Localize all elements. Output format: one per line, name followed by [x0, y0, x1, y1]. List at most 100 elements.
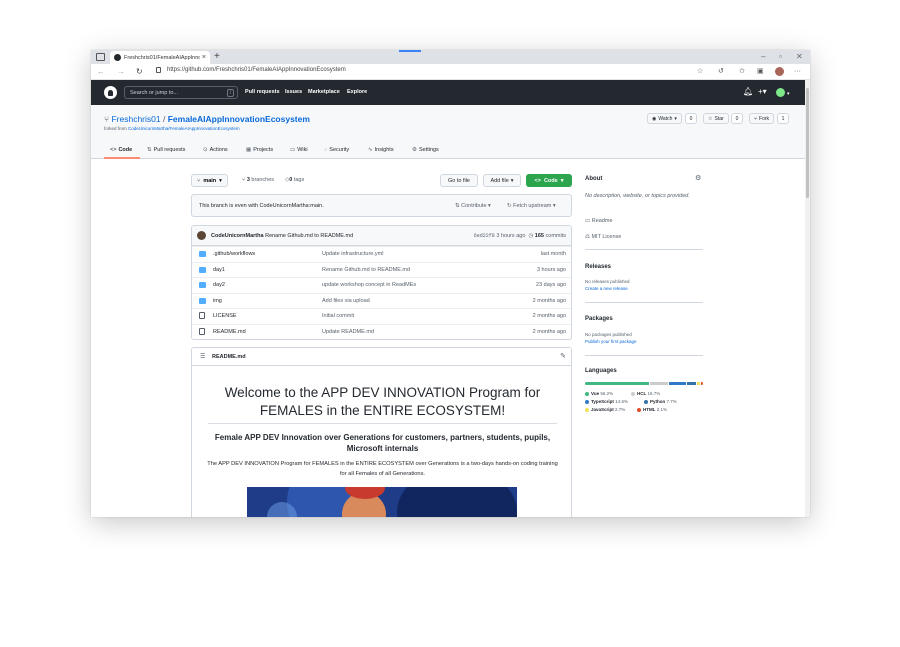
nav-issues[interactable]: Issues — [285, 89, 302, 95]
commit-author-avatar[interactable] — [197, 231, 206, 240]
repo-owner-link[interactable]: Freshchris01 — [111, 114, 160, 124]
table-row[interactable]: LICENSE Initial commit 2 months ago — [192, 308, 571, 324]
fork-button[interactable]: ⑂ Fork — [749, 113, 775, 124]
tags-link[interactable]: ◇0 tags — [285, 177, 304, 183]
branches-link[interactable]: ⑂ 3 branches — [242, 177, 274, 183]
nav-marketplace[interactable]: Marketplace — [308, 89, 340, 95]
nav-explore[interactable]: Explore — [347, 89, 367, 95]
language-item[interactable]: Python 7.7% — [644, 399, 677, 404]
chevron-down-icon: ▾ — [510, 177, 514, 184]
language-bar-segment — [696, 382, 700, 385]
tab-projects[interactable]: ▦ Projects — [246, 147, 273, 153]
file-commit-message[interactable]: Initial commit — [322, 313, 354, 319]
browser-profile-avatar[interactable] — [775, 67, 784, 76]
language-item[interactable]: Vue 56.2% — [585, 391, 613, 396]
commit-count-label[interactable]: commits — [546, 233, 566, 239]
commit-sha[interactable]: 6ed22f8 — [474, 233, 495, 239]
reload-icon[interactable]: ↻ — [136, 66, 143, 78]
maximize-icon[interactable]: ▫ — [779, 51, 782, 63]
table-row[interactable]: .github/workflows Update infrastructure.… — [192, 246, 571, 262]
new-tab-icon[interactable]: + — [214, 51, 220, 63]
file-commit-message[interactable]: Rename Github.md to README.md — [322, 267, 410, 273]
forward-icon[interactable]: → — [117, 66, 125, 78]
file-name[interactable]: day1 — [213, 267, 225, 273]
forked-from-link[interactable]: CodeUnicornMartha/FemaleAIAppInnovationE… — [128, 126, 240, 131]
file-name[interactable]: README.md — [213, 329, 246, 335]
tab-settings[interactable]: ⚙︎ Settings — [412, 147, 439, 153]
watch-button[interactable]: ◉ Watch ▾ — [647, 113, 682, 124]
file-commit-message[interactable]: Update README.md — [322, 329, 374, 335]
tab-security[interactable]: ◌ Security — [324, 147, 349, 153]
repo-name-link[interactable]: FemaleAIAppInnovationEcosystem — [168, 114, 310, 124]
language-item[interactable]: JavaScript 2.7% — [585, 407, 625, 412]
favorites-icon[interactable]: ✩ — [739, 67, 745, 77]
table-row[interactable]: img Add files via upload 2 months ago — [192, 292, 571, 309]
table-row[interactable]: README.md Update README.md 2 months ago — [192, 323, 571, 340]
tab-actions[interactable]: ⊙ Actions — [203, 147, 228, 153]
tab-wiki[interactable]: ▭ Wiki — [290, 147, 308, 153]
tab-pull-requests[interactable]: ⇅ Pull requests — [147, 147, 185, 153]
forked-from: forked from CodeUnicornMartha/FemaleAIAp… — [104, 126, 240, 131]
tab-code[interactable]: <> Code — [110, 147, 132, 153]
fetch-upstream-button[interactable]: ↻ Fetch upstream ▾ — [507, 203, 556, 209]
watch-count[interactable]: 0 — [685, 113, 697, 124]
language-item[interactable]: HTML 2.1% — [637, 407, 667, 412]
user-avatar[interactable] — [776, 88, 785, 97]
collections-icon[interactable]: ▣ — [757, 67, 764, 77]
file-name[interactable]: img — [213, 298, 222, 304]
url-field[interactable]: https://github.com/Freshchris01/FemaleAI… — [167, 67, 346, 73]
close-window-icon[interactable]: ✕ — [796, 51, 803, 63]
file-commit-message[interactable]: update workshop concept in ReadMEs — [322, 282, 416, 288]
language-item[interactable]: HCL 16.7% — [631, 391, 660, 396]
minimize-icon[interactable]: – — [761, 51, 765, 63]
releases-title[interactable]: Releases — [585, 264, 611, 270]
github-logo-icon[interactable] — [104, 86, 117, 99]
create-new-icon[interactable]: +▾ — [758, 88, 767, 96]
add-file-button[interactable]: Add file ▾ — [483, 174, 521, 187]
create-release-link[interactable]: Create a new release — [585, 286, 628, 291]
scrollbar-thumb[interactable] — [806, 88, 809, 198]
commit-author[interactable]: CodeUnicornMartha — [211, 233, 264, 239]
tab-actions-icon[interactable] — [96, 53, 105, 61]
license-link[interactable]: ⚖ MIT License — [585, 234, 621, 240]
branch-select-button[interactable]: ⑂ main ▾ — [191, 174, 228, 187]
table-row[interactable]: day2 update workshop concept in ReadMEs … — [192, 277, 571, 293]
fork-count[interactable]: 1 — [777, 113, 789, 124]
contribute-button[interactable]: ⇅ Contribute ▾ — [455, 203, 491, 209]
go-to-file-button[interactable]: Go to file — [440, 174, 478, 187]
file-name[interactable]: .github/workflows — [213, 251, 255, 257]
browser-menu-icon[interactable]: ··· — [794, 67, 801, 77]
commit-count[interactable]: 165 — [535, 233, 544, 239]
refresh-extension-icon[interactable]: ↺ — [718, 67, 724, 77]
nav-pull-requests[interactable]: Pull requests — [245, 89, 280, 95]
readme-link[interactable]: ▭ Readme — [585, 218, 613, 224]
publish-package-link[interactable]: Publish your first package — [585, 339, 637, 344]
file-commit-message[interactable]: Update infrastructure.yml — [322, 251, 383, 257]
file-name[interactable]: day2 — [213, 282, 225, 288]
close-tab-icon[interactable]: × — [202, 54, 206, 61]
file-commit-message[interactable]: Add files via upload — [322, 298, 370, 304]
vertical-scrollbar[interactable] — [805, 80, 810, 517]
tags-count: 0 — [289, 177, 293, 183]
back-icon[interactable]: ← — [97, 66, 105, 78]
language-color-dot — [585, 407, 589, 412]
notifications-icon[interactable]: 🔔︎ — [743, 88, 753, 96]
about-settings-gear-icon[interactable]: ⚙︎ — [695, 174, 701, 182]
tab-insights[interactable]: ∿ Insights — [368, 147, 394, 153]
book-icon: ▭ — [585, 218, 592, 224]
table-row[interactable]: day1 Rename Github.md to README.md 3 hou… — [192, 261, 571, 278]
star-count[interactable]: 0 — [731, 113, 743, 124]
language-item[interactable]: TypeScript 14.6% — [585, 399, 628, 404]
lock-icon[interactable] — [156, 67, 161, 73]
list-icon[interactable]: ☰ — [200, 353, 205, 360]
user-menu-chevron-icon[interactable]: ▾ — [787, 90, 790, 98]
search-input[interactable]: Search or jump to... / — [124, 86, 238, 99]
file-name[interactable]: LICENSE — [213, 313, 237, 319]
pencil-icon[interactable]: ✎ — [560, 352, 566, 360]
packages-title[interactable]: Packages — [585, 316, 613, 322]
browser-tab[interactable]: Freshchris01/FemaleAIAppInno... × — [110, 51, 210, 64]
read-aloud-icon[interactable]: ☆ — [697, 67, 703, 77]
commit-message[interactable]: Rename Github.md to README.md — [265, 233, 353, 239]
star-button[interactable]: ☆ Star — [703, 113, 729, 124]
code-button[interactable]: <> Code ▾ — [526, 174, 572, 187]
